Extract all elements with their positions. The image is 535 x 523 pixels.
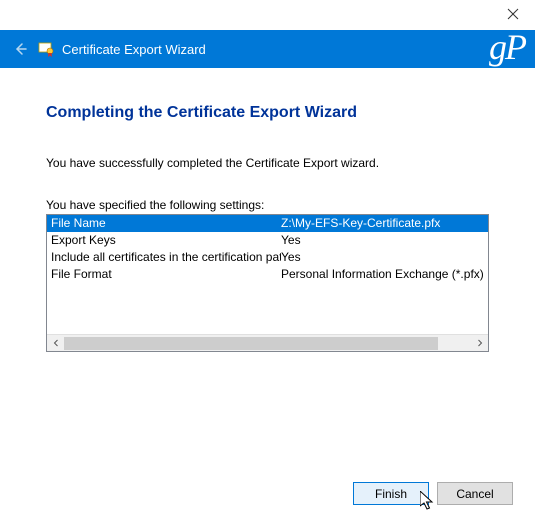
scroll-thumb[interactable]: [64, 337, 438, 350]
row-key: File Format: [47, 266, 281, 283]
certificate-icon: [36, 39, 56, 59]
settings-label: You have specified the following setting…: [46, 198, 489, 212]
row-value: Personal Information Exchange (*.pfx): [281, 266, 488, 283]
settings-rows: File Name Z:\My-EFS-Key-Certificate.pfx …: [47, 215, 488, 334]
row-key: File Name: [47, 215, 281, 232]
window-titlebar: [0, 0, 535, 30]
row-key: Export Keys: [47, 232, 281, 249]
cancel-button[interactable]: Cancel: [437, 482, 513, 505]
table-row[interactable]: File Format Personal Information Exchang…: [47, 266, 488, 283]
wizard-header: Certificate Export Wizard gP: [0, 30, 535, 68]
table-row[interactable]: Export Keys Yes: [47, 232, 488, 249]
settings-listbox[interactable]: File Name Z:\My-EFS-Key-Certificate.pfx …: [46, 214, 489, 352]
row-value: Yes: [281, 232, 488, 249]
page-heading: Completing the Certificate Export Wizard: [46, 104, 489, 122]
wizard-title: Certificate Export Wizard: [62, 42, 206, 57]
success-message: You have successfully completed the Cert…: [46, 156, 489, 170]
table-row[interactable]: File Name Z:\My-EFS-Key-Certificate.pfx: [47, 215, 488, 232]
scroll-track[interactable]: [64, 335, 471, 351]
horizontal-scrollbar[interactable]: [47, 334, 488, 351]
row-value: Yes: [281, 249, 488, 266]
scroll-left-arrow-icon[interactable]: [47, 335, 64, 352]
wizard-content: Completing the Certificate Export Wizard…: [0, 68, 535, 352]
watermark-text: gP: [489, 26, 525, 68]
row-value: Z:\My-EFS-Key-Certificate.pfx: [281, 215, 488, 232]
close-icon[interactable]: [503, 8, 523, 22]
table-row[interactable]: Include all certificates in the certific…: [47, 249, 488, 266]
finish-button[interactable]: Finish: [353, 482, 429, 505]
row-key: Include all certificates in the certific…: [47, 249, 281, 266]
back-arrow-icon[interactable]: [8, 37, 32, 61]
wizard-footer: Finish Cancel: [353, 482, 513, 505]
scroll-right-arrow-icon[interactable]: [471, 335, 488, 352]
